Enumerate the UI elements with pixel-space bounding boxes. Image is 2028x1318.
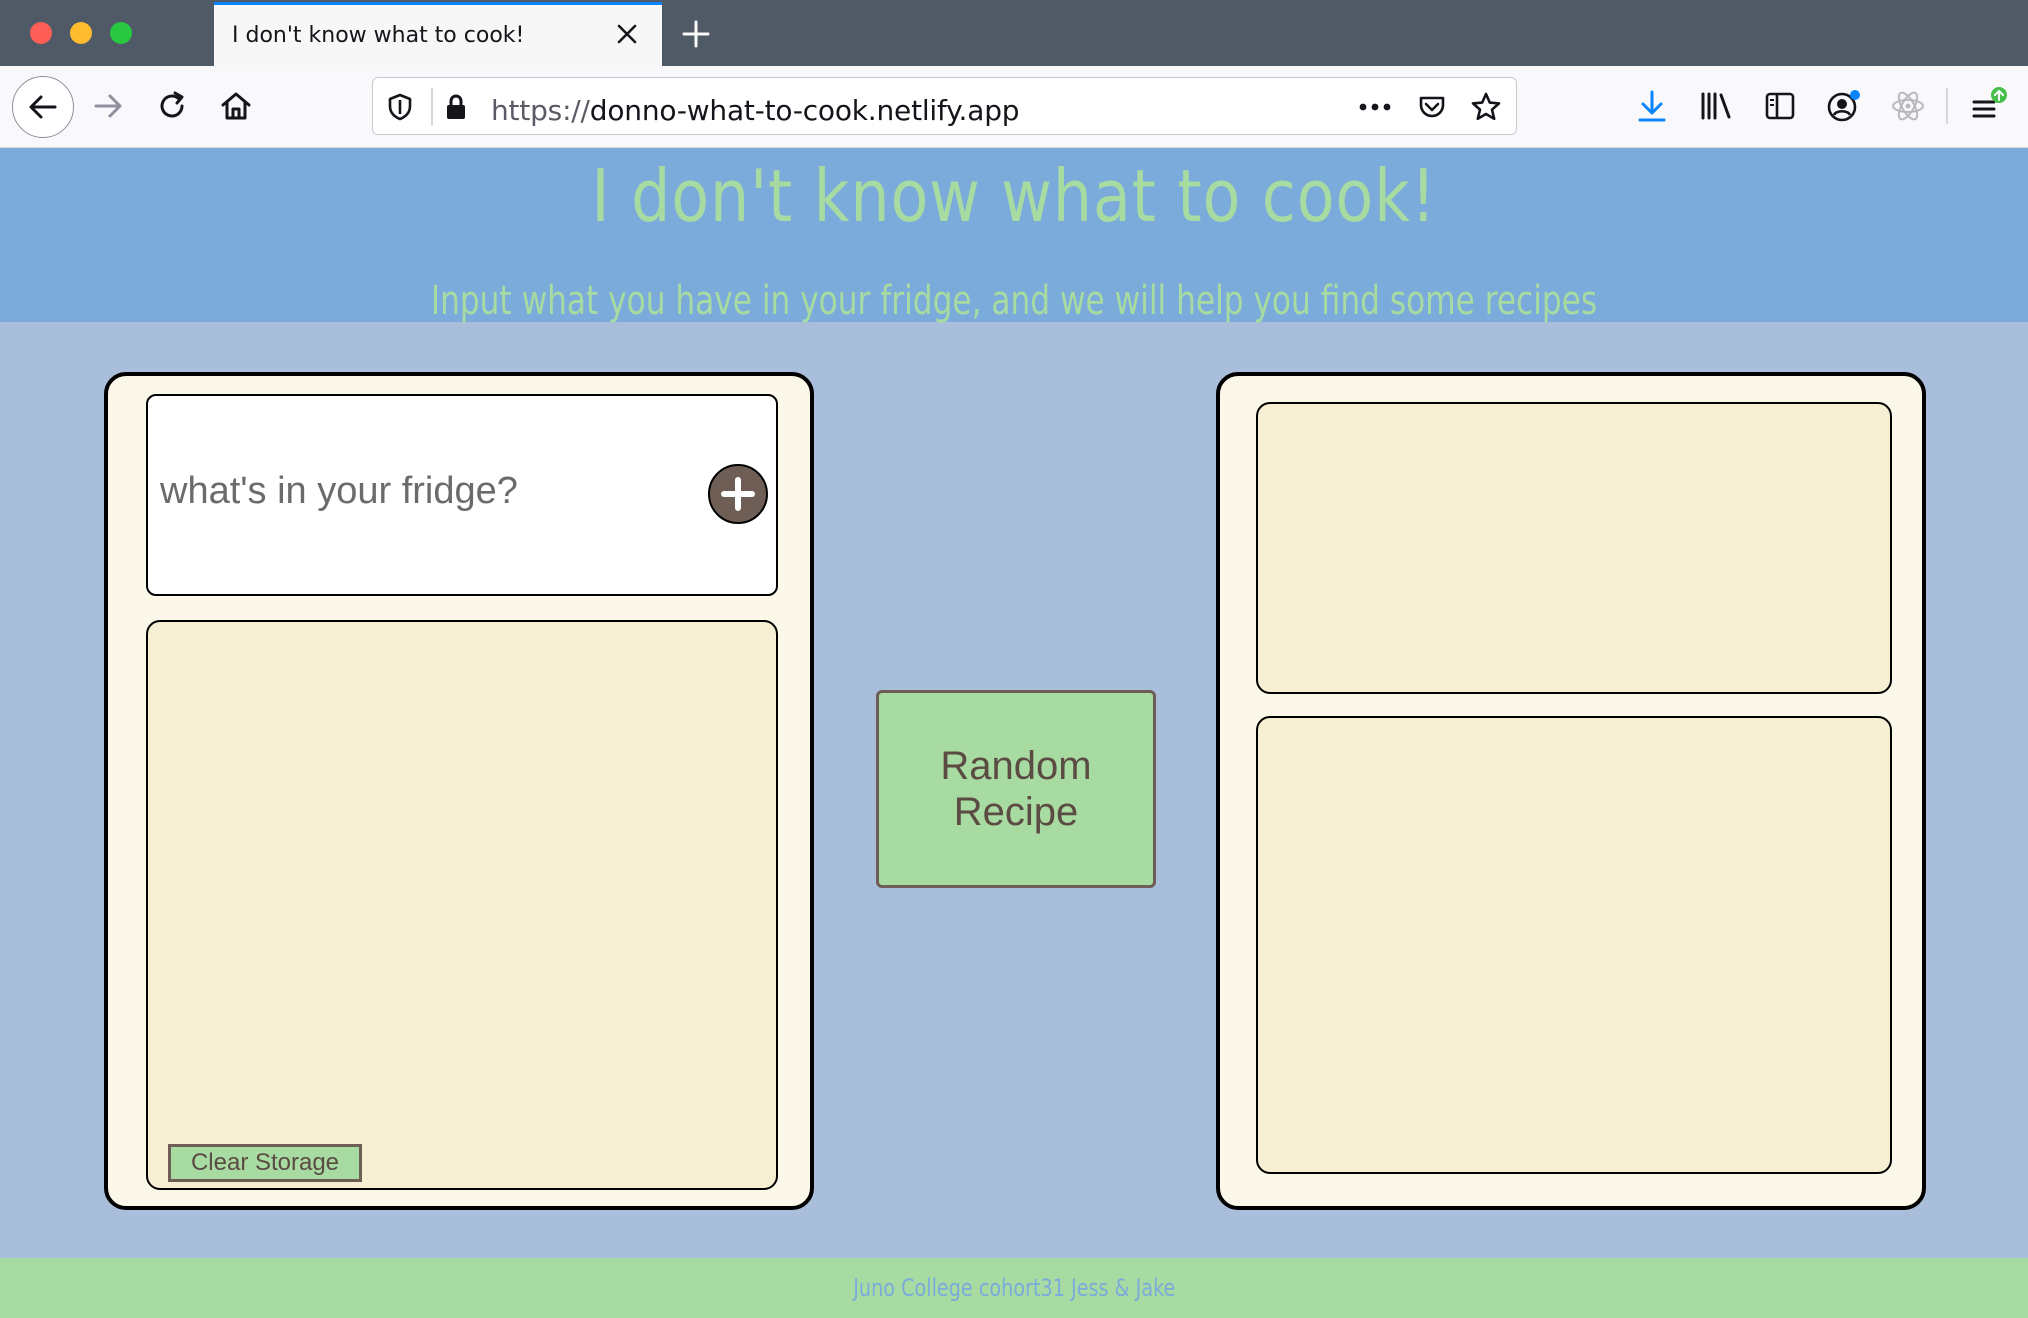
clear-storage-button[interactable]: Clear Storage xyxy=(168,1144,362,1182)
download-icon[interactable] xyxy=(1632,86,1672,126)
home-icon[interactable] xyxy=(212,82,260,130)
plus-icon xyxy=(721,477,755,511)
toolbar-divider xyxy=(1946,88,1948,124)
page: I don't know what to cook! Input what yo… xyxy=(0,148,2028,1318)
close-window-button[interactable] xyxy=(30,22,52,44)
recipe-card xyxy=(1216,372,1926,1210)
page-title: I don't know what to cook! xyxy=(591,154,1437,238)
page-header: I don't know what to cook! Input what yo… xyxy=(0,148,2028,324)
page-subtitle: Input what you have in your fridge, and … xyxy=(430,278,1598,324)
library-icon[interactable] xyxy=(1696,86,1736,126)
react-icon[interactable] xyxy=(1888,86,1928,126)
shield-icon[interactable] xyxy=(383,90,417,124)
pocket-icon[interactable] xyxy=(1415,90,1449,124)
url-text: https://donno-what-to-cook.netlify.app xyxy=(491,94,1020,127)
url-bar[interactable]: https://donno-what-to-cook.netlify.app xyxy=(372,77,1517,135)
close-icon[interactable] xyxy=(612,19,642,49)
browser-tab[interactable]: I don't know what to cook! xyxy=(214,2,662,66)
ingredient-list: Clear Storage xyxy=(146,620,778,1190)
add-ingredient-button[interactable] xyxy=(708,464,768,524)
hamburger-icon[interactable] xyxy=(1968,86,2008,126)
account-icon[interactable] xyxy=(1824,86,1864,126)
arrow-left-icon[interactable] xyxy=(12,76,74,138)
reload-icon[interactable] xyxy=(148,82,196,130)
browser-tab-bar: I don't know what to cook! xyxy=(0,0,2028,66)
zoom-window-button[interactable] xyxy=(110,22,132,44)
star-icon[interactable] xyxy=(1469,90,1503,124)
url-host: donno-what-to-cook.netlify.app xyxy=(589,94,1020,127)
ingredient-input-box xyxy=(146,394,778,596)
url-divider xyxy=(431,88,433,126)
minimize-window-button[interactable] xyxy=(70,22,92,44)
plus-icon[interactable] xyxy=(676,14,716,54)
arrow-right-icon[interactable] xyxy=(84,82,132,130)
browser-toolbar: https://donno-what-to-cook.netlify.app xyxy=(0,66,2028,148)
tab-title: I don't know what to cook! xyxy=(232,23,525,48)
more-icon[interactable] xyxy=(1358,90,1392,124)
ingredient-input[interactable] xyxy=(158,458,682,524)
page-footer: Juno College cohort31 Jess & Jake xyxy=(0,1258,2028,1318)
sidebar-icon[interactable] xyxy=(1760,86,1800,126)
recipe-preview-panel xyxy=(1256,402,1892,694)
lock-icon[interactable] xyxy=(439,90,473,124)
footer-text: Juno College cohort31 Jess & Jake xyxy=(852,1274,1176,1302)
url-protocol: https:// xyxy=(491,94,590,127)
fridge-card: Clear Storage xyxy=(104,372,814,1210)
random-recipe-button[interactable]: Random Recipe xyxy=(876,690,1156,888)
recipe-details-panel xyxy=(1256,716,1892,1174)
